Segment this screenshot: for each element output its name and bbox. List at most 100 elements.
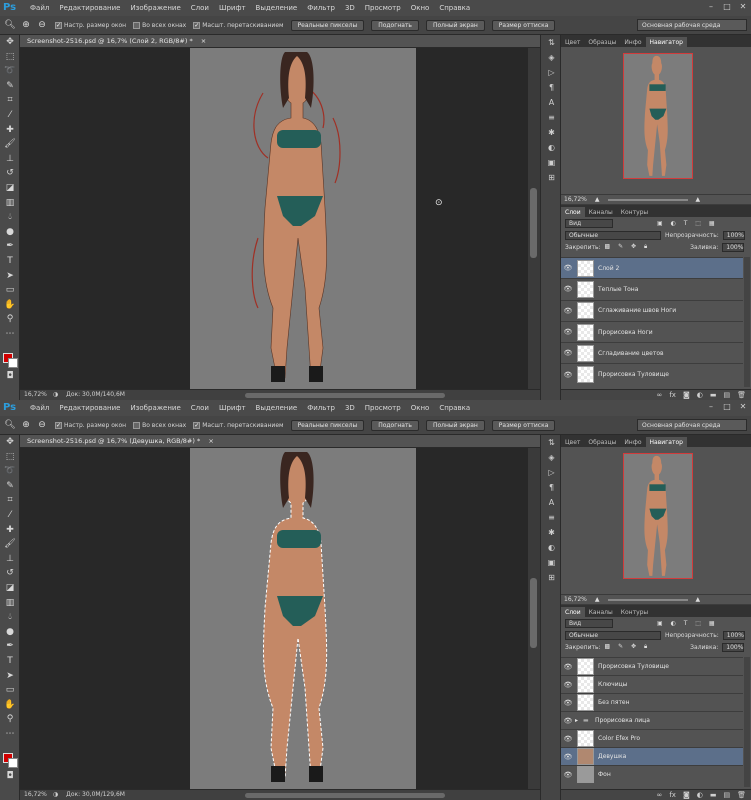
navigator-proxy-box[interactable] [623, 453, 693, 579]
tab-color[interactable]: Цвет [561, 37, 584, 47]
history-icon[interactable]: ⇅ [541, 35, 562, 50]
fx-icon[interactable]: fx [669, 391, 676, 399]
layer-row[interactable]: 👁︎ Слой 2 [561, 257, 743, 279]
blend-mode-select[interactable]: Обычные [565, 230, 661, 240]
visibility-eye-icon[interactable]: 👁︎ [561, 349, 575, 357]
kind-filter-select[interactable]: Вид [565, 618, 613, 628]
character-icon[interactable]: A [541, 495, 562, 510]
visibility-eye-icon[interactable]: 👁︎ [561, 307, 575, 315]
gradient-tool-icon[interactable]: ▥ [0, 596, 20, 611]
new-group-icon[interactable]: ▬ [710, 391, 717, 399]
history-brush-icon[interactable]: ↺ [0, 166, 20, 181]
layer-row[interactable]: 👁︎ Фон [561, 765, 743, 783]
zoom-in-large-icon[interactable]: ▲ [696, 596, 701, 603]
marquee-tool-icon[interactable]: ⬚ [0, 50, 20, 65]
shape-tool-icon[interactable]: ▭ [0, 283, 20, 298]
healing-tool-icon[interactable]: ✚ [0, 123, 20, 138]
zoom-in-icon[interactable]: ⊕ [20, 19, 32, 31]
menu-layers[interactable]: Слои [186, 4, 214, 12]
new-layer-icon[interactable]: ▤ [723, 791, 730, 799]
menu-type[interactable]: Шрифт [214, 4, 251, 12]
opacity-input[interactable]: 100% [722, 230, 745, 240]
all-windows-checkbox[interactable]: Во всех окнах [133, 21, 186, 29]
maximize-icon[interactable]: □ [722, 2, 732, 12]
path-select-tool-icon[interactable]: ➤ [0, 669, 20, 684]
layer-group-row[interactable]: 👁︎ ▸ ▬ Прорисовка лица [561, 711, 743, 729]
paragraph-icon[interactable]: ¶ [541, 480, 562, 495]
tab-swatches[interactable]: Образцы [584, 437, 620, 447]
tab-paths[interactable]: Контуры [617, 207, 652, 217]
3d-icon[interactable]: ◈ [541, 450, 562, 465]
zoom-slider[interactable] [607, 198, 688, 201]
actions-icon[interactable]: ▷ [541, 465, 562, 480]
quick-mask-icon[interactable]: ◘ [0, 769, 20, 784]
vertical-scrollbar[interactable] [528, 448, 540, 789]
document-tab[interactable]: Screenshot-2516.psd @ 16,7% (Девушка, RG… [20, 435, 540, 448]
fill-screen-button[interactable]: Полный экран [425, 19, 485, 31]
print-size-button[interactable]: Размер оттиска [491, 419, 556, 431]
character-icon[interactable]: A [541, 95, 562, 110]
visibility-eye-icon[interactable]: 👁︎ [561, 771, 575, 779]
filter-icons[interactable]: ▣ ◐ T ⬚ ▦ [657, 220, 718, 227]
brush-presets-icon[interactable]: ✱ [541, 125, 562, 140]
marquee-tool-icon[interactable]: ⬚ [0, 450, 20, 465]
layers-scrollbar[interactable] [744, 257, 750, 387]
layer-row[interactable]: 👁︎ Прорисовка Ноги [561, 320, 743, 342]
zoom-tool-icon[interactable]: ⚲ [0, 712, 20, 727]
layer-row[interactable]: 👁︎ Девушка [561, 747, 743, 765]
layer-row[interactable]: 👁︎ Сглаживание швов Ноги [561, 299, 743, 321]
zoom-tool-icon[interactable]: 🔍︎ [4, 419, 16, 431]
zoom-in-icon[interactable]: ⊕ [20, 419, 32, 431]
quick-mask-icon[interactable]: ◘ [0, 369, 20, 384]
quick-select-tool-icon[interactable]: ✎ [0, 79, 20, 94]
close-icon[interactable]: ✕ [738, 2, 748, 12]
horizontal-scroll-thumb[interactable] [244, 392, 445, 398]
layer-row[interactable]: 👁︎ Теплые Тона [561, 278, 743, 299]
visibility-eye-icon[interactable]: 👁︎ [561, 371, 575, 379]
visibility-eye-icon[interactable]: 👁︎ [561, 717, 575, 725]
tab-navigator[interactable]: Навигатор [645, 37, 687, 47]
close-tab-icon[interactable]: × [208, 437, 213, 445]
styles-icon[interactable]: ▣ [541, 155, 562, 170]
zoom-out-icon[interactable]: ⊖ [36, 419, 48, 431]
background-color-swatch[interactable] [8, 358, 18, 368]
hand-tool-icon[interactable]: ✋ [0, 298, 20, 313]
tab-info[interactable]: Инфо [620, 37, 645, 47]
stamp-tool-icon[interactable]: ⊥ [0, 152, 20, 167]
workspace-select[interactable]: Основная рабочая среда [637, 19, 747, 31]
lock-icons[interactable]: ▩ ✎ ✥ 🔒︎ [605, 243, 651, 251]
eraser-tool-icon[interactable]: ◪ [0, 181, 20, 196]
scroll-thumb[interactable] [530, 188, 537, 258]
visibility-eye-icon[interactable]: 👁︎ [561, 681, 575, 689]
eyedropper-tool-icon[interactable]: ⁄ [0, 508, 20, 523]
delete-layer-icon[interactable]: 🗑︎ [737, 791, 746, 799]
menu-file[interactable]: Файл [25, 4, 54, 12]
blend-mode-select[interactable]: Обычные [565, 630, 661, 640]
stamp-tool-icon[interactable]: ⊥ [0, 552, 20, 567]
menu-image[interactable]: Изображение [125, 404, 185, 412]
brush-presets-icon[interactable]: ✱ [541, 525, 562, 540]
minimize-icon[interactable]: – [706, 402, 716, 412]
layer-row[interactable]: 👁︎ Прорисовка Туловище [561, 363, 743, 384]
layers-scrollbar[interactable] [744, 657, 750, 787]
type-tool-icon[interactable]: T [0, 254, 20, 269]
background-color-swatch[interactable] [8, 758, 18, 768]
crop-tool-icon[interactable]: ⌗ [0, 93, 20, 108]
gradient-tool-icon[interactable]: ▥ [0, 196, 20, 211]
type-tool-icon[interactable]: T [0, 654, 20, 669]
menu-filter[interactable]: Фильтр [302, 404, 340, 412]
lasso-tool-icon[interactable]: ➰ [0, 64, 20, 79]
horizontal-scroll-thumb[interactable] [244, 792, 445, 798]
delete-layer-icon[interactable]: 🗑︎ [737, 391, 746, 399]
layer-row[interactable]: 👁︎ Ключицы [561, 675, 743, 693]
menu-edit[interactable]: Редактирование [54, 4, 125, 12]
quick-select-tool-icon[interactable]: ✎ [0, 479, 20, 494]
opacity-input[interactable]: 100% [722, 630, 745, 640]
menu-select[interactable]: Выделение [251, 4, 303, 12]
layer-row[interactable]: 👁︎ Без пятен [561, 693, 743, 711]
document-canvas[interactable] [190, 48, 416, 389]
close-tab-icon[interactable]: × [201, 37, 206, 45]
zoom-in-large-icon[interactable]: ▲ [696, 196, 701, 203]
expand-arrow-icon[interactable]: ▸ [575, 717, 583, 724]
eyedropper-tool-icon[interactable]: ⁄ [0, 108, 20, 123]
